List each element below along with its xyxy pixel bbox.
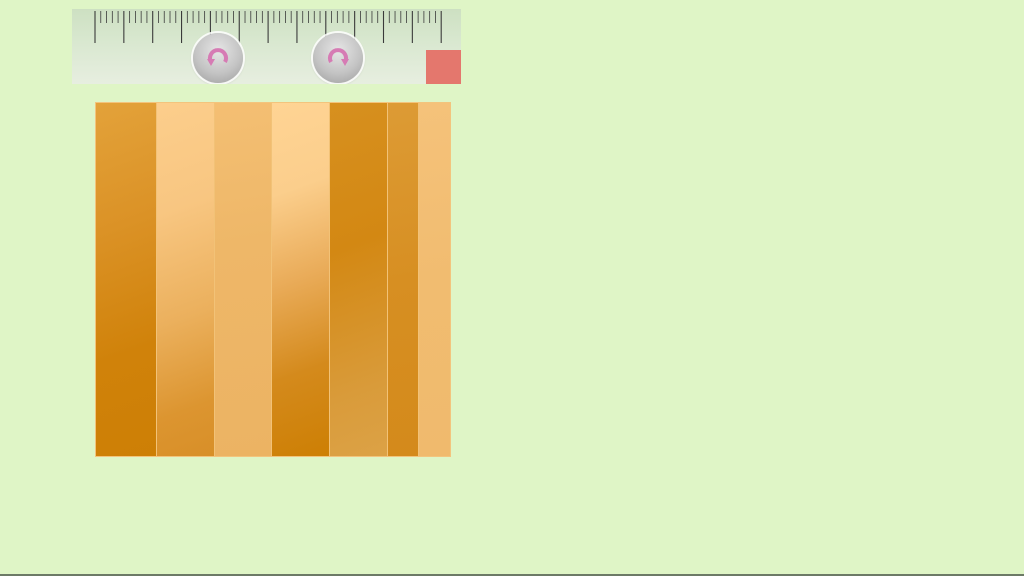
- stop-square-button[interactable]: [426, 50, 461, 84]
- rotate-left-button[interactable]: [193, 33, 243, 83]
- rotate-clockwise-icon: [328, 48, 349, 66]
- wood-strip[interactable]: [272, 103, 330, 456]
- wood-strip[interactable]: [215, 103, 272, 456]
- ruler: [94, 11, 442, 43]
- toolbar: [72, 9, 461, 84]
- wood-strip[interactable]: [330, 103, 388, 456]
- wood-strip-board: [96, 103, 450, 456]
- wood-strip[interactable]: [157, 103, 215, 456]
- rotate-counterclockwise-icon: [207, 48, 228, 66]
- wood-strip[interactable]: [96, 103, 157, 456]
- wood-strip[interactable]: [419, 103, 450, 456]
- wood-strip[interactable]: [388, 103, 419, 456]
- rotate-right-button[interactable]: [313, 33, 363, 83]
